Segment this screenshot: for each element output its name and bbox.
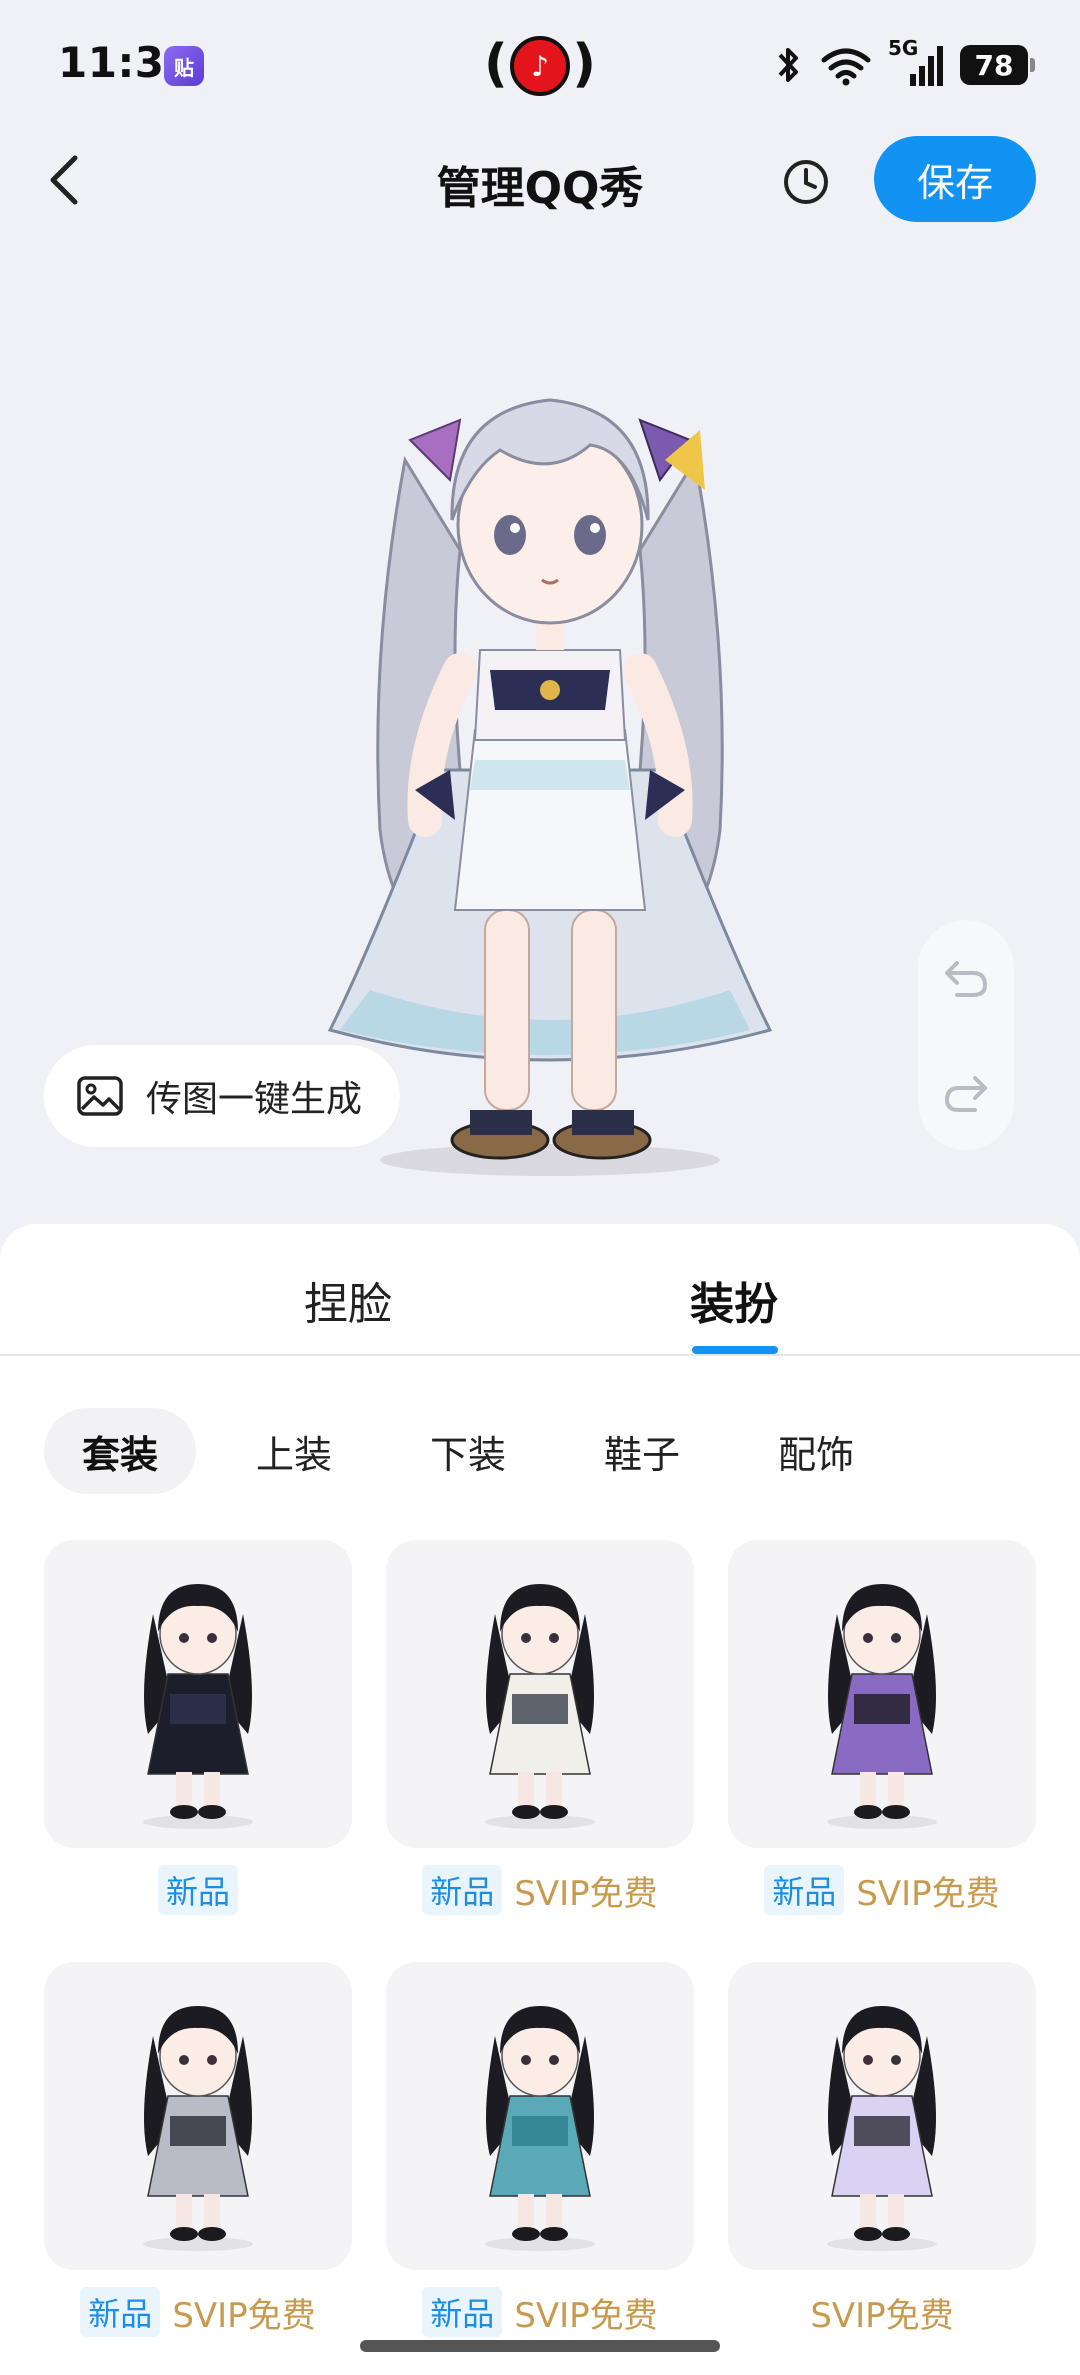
- status-bar: 11:31 贴 ( ♪ ) 5G 78: [0, 0, 1080, 130]
- outfit-grid: 新品 新品 SVIP免费 新品 SVIP免费 新品 SVIP免费 新品 SVIP…: [44, 1540, 1036, 2346]
- upload-image-generate-button[interactable]: 传图一键生成: [44, 1045, 400, 1147]
- outfit-card[interactable]: 新品: [44, 1540, 352, 1924]
- card-tags: 新品 SVIP免费: [44, 2278, 352, 2346]
- undo-redo-panel: [918, 920, 1014, 1150]
- card-tags: 新品 SVIP免费: [728, 1856, 1036, 1924]
- new-badge: 新品: [157, 1865, 238, 1915]
- outfit-card[interactable]: 新品 SVIP免费: [44, 1962, 352, 2346]
- wifi-icon: [821, 48, 871, 86]
- outfit-thumbnail: [728, 1540, 1036, 1848]
- new-badge: 新品: [764, 1865, 845, 1915]
- new-badge: 新品: [422, 2287, 503, 2337]
- music-island[interactable]: ( ♪ ): [484, 30, 596, 102]
- outfit-card[interactable]: 新品 SVIP免费: [386, 1962, 694, 2346]
- battery-icon: 78: [960, 45, 1035, 85]
- svip-free-badge: SVIP免费: [172, 2295, 316, 2336]
- outfit-thumbnail: [728, 1962, 1036, 2270]
- new-badge: 新品: [422, 1865, 503, 1915]
- outfit-thumbnail: [44, 1962, 352, 2270]
- image-icon: [77, 1076, 123, 1116]
- outfit-preview-image: [485, 1584, 595, 1829]
- card-tags: 新品 SVIP免费: [386, 1856, 694, 1924]
- outfit-thumbnail: [44, 1540, 352, 1848]
- category-bottoms[interactable]: 下装: [392, 1408, 544, 1494]
- category-accessories[interactable]: 配饰: [740, 1408, 892, 1494]
- outfit-thumbnail: [386, 1540, 694, 1848]
- upload-label: 传图一键生成: [146, 1079, 363, 1120]
- header: 管理QQ秀 保存: [0, 130, 1080, 230]
- outfit-card[interactable]: 新品 SVIP免费: [728, 1540, 1036, 1924]
- history-button[interactable]: [776, 152, 836, 212]
- svip-free-badge: SVIP免费: [856, 1873, 1000, 1914]
- outfit-panel: 捏脸 装扮 套装 上装 下装 鞋子 配饰 新品 新品 SVIP免费 新品 SVI…: [0, 1224, 1080, 2375]
- outfit-card[interactable]: SVIP免费: [728, 1962, 1036, 2346]
- svip-free-badge: SVIP免费: [514, 2295, 658, 2336]
- bluetooth-icon: [778, 48, 798, 82]
- redo-icon[interactable]: [943, 1072, 989, 1114]
- svip-free-badge: SVIP免费: [810, 2295, 954, 2336]
- network-type: 5G: [888, 36, 919, 60]
- outfit-thumbnail: [386, 1962, 694, 2270]
- outfit-card[interactable]: 新品 SVIP免费: [386, 1540, 694, 1924]
- island-bracket-left: (: [484, 34, 508, 94]
- new-badge: 新品: [80, 2287, 161, 2337]
- app-notification-icon: 贴: [164, 46, 204, 86]
- category-shoes[interactable]: 鞋子: [566, 1408, 718, 1494]
- tab-face[interactable]: 捏脸: [304, 1268, 392, 1332]
- card-tags: SVIP免费: [728, 2278, 1036, 2346]
- category-tabs: 套装 上装 下装 鞋子 配饰: [44, 1408, 892, 1494]
- clock-icon: [784, 160, 828, 204]
- tab-outfit[interactable]: 装扮: [690, 1268, 778, 1332]
- card-tags: 新品: [44, 1856, 352, 1924]
- category-suit[interactable]: 套装: [44, 1408, 197, 1494]
- tab-indicator: [692, 1346, 778, 1354]
- outfit-preview-image: [827, 2006, 937, 2251]
- main-tabs: 捏脸 装扮: [0, 1224, 1080, 1356]
- undo-icon[interactable]: [943, 957, 989, 999]
- cellular-signal-icon: 5G: [888, 36, 946, 88]
- save-button[interactable]: 保存: [874, 136, 1036, 222]
- home-indicator[interactable]: [360, 2340, 720, 2352]
- outfit-preview-image: [143, 2006, 253, 2251]
- outfit-preview-image: [485, 2006, 595, 2251]
- status-icons: 5G 78: [774, 36, 1035, 88]
- island-bracket-right: ): [572, 34, 596, 94]
- music-note-icon: ♪: [510, 36, 570, 96]
- outfit-preview-image: [143, 1584, 253, 1829]
- avatar-stage: 传图一键生成: [0, 230, 1080, 1230]
- card-tags: 新品 SVIP免费: [386, 2278, 694, 2346]
- category-tops[interactable]: 上装: [218, 1408, 370, 1494]
- outfit-preview-image: [827, 1584, 937, 1829]
- svip-free-badge: SVIP免费: [514, 1873, 658, 1914]
